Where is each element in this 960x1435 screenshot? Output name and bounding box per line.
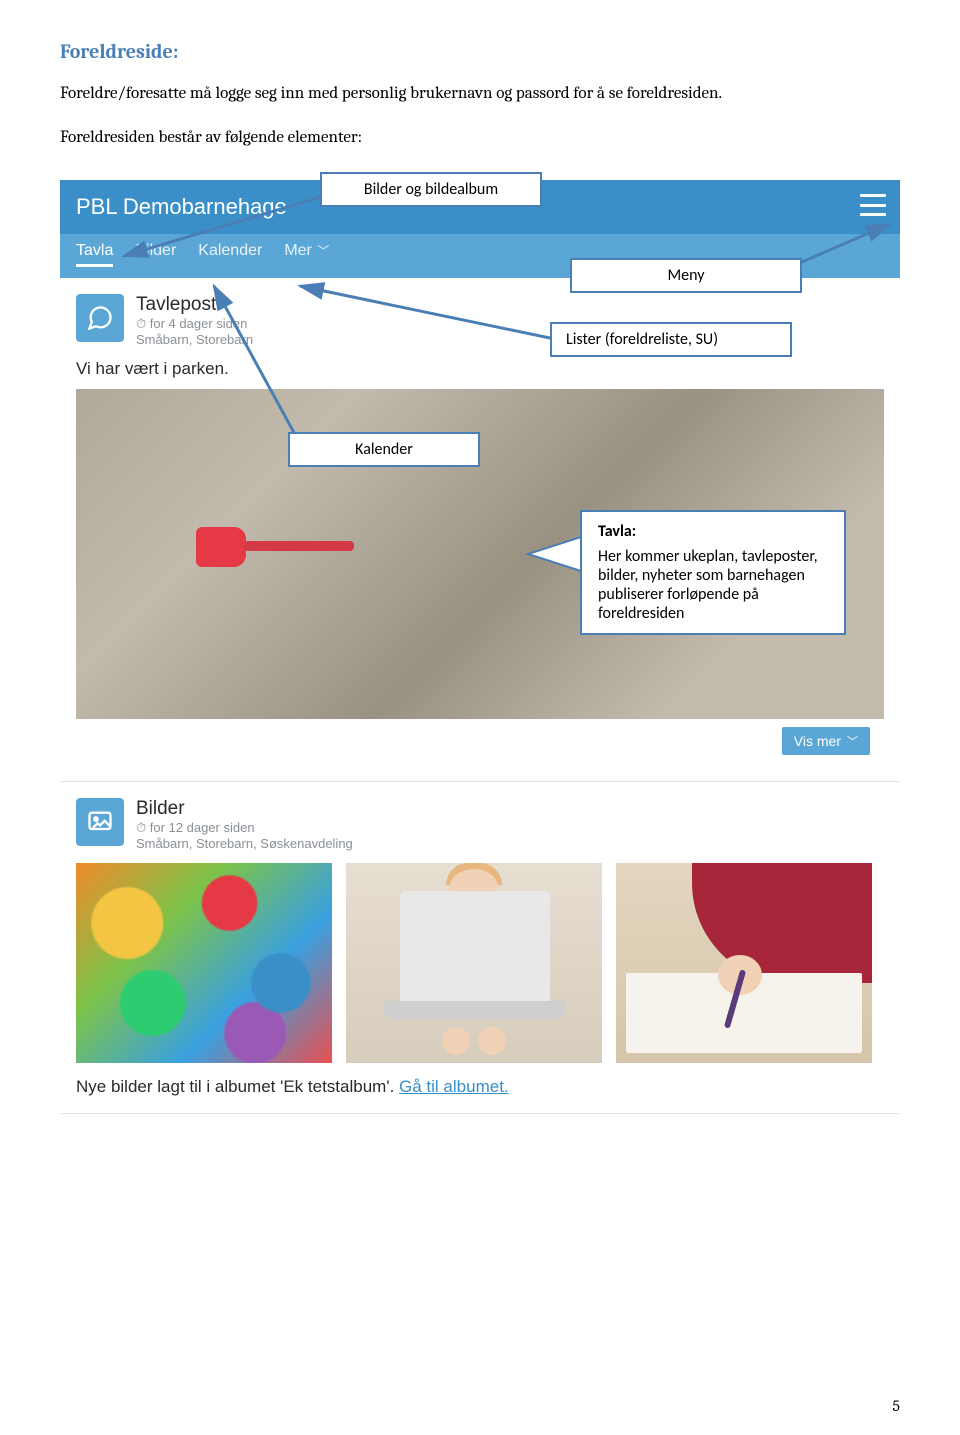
callout-title: Tavla:: [598, 522, 828, 541]
annotated-screenshot: Bilder og bildealbum Meny Lister (foreld…: [60, 180, 900, 1114]
thumb-1[interactable]: [76, 863, 332, 1063]
post1-body: Vi har vært i parken.: [76, 359, 884, 379]
paragraph-2: Foreldresiden består av følgende element…: [60, 125, 900, 151]
post2-groups: Småbarn, Storebarn, Søskenavdeling: [136, 836, 353, 851]
thumb-3[interactable]: [616, 863, 872, 1063]
label-lister: Lister (foreldreliste, SU): [550, 322, 792, 357]
photo-shovel: [196, 519, 356, 575]
post2-thumbs: [76, 863, 884, 1063]
image-icon: [76, 798, 124, 846]
goto-album-link[interactable]: Gå til albumet.: [399, 1077, 509, 1096]
arrow-kalender: [208, 280, 408, 450]
page-number: 5: [892, 1397, 900, 1415]
chat-icon: [76, 294, 124, 342]
post2-meta: ⏱ for 12 dager siden: [136, 820, 353, 836]
thumb-2[interactable]: [346, 863, 602, 1063]
callout-tavla: Tavla: Her kommer ukeplan, tavleposter, …: [580, 510, 846, 635]
callout-tail: [526, 534, 586, 576]
clock-icon: ⏱: [136, 820, 146, 835]
section-heading: Foreldreside:: [60, 40, 900, 63]
callout-body: Her kommer ukeplan, tavleposter, bilder,…: [598, 547, 828, 623]
post2-caption: Nye bilder lagt til i albumet 'Ek tetsta…: [76, 1077, 884, 1097]
arrow-bilder: [114, 186, 334, 266]
post-bilder: Bilder ⏱ for 12 dager siden Småbarn, Sto…: [60, 782, 900, 1114]
label-bilder: Bilder og bildealbum: [320, 172, 542, 207]
post2-title: Bilder: [136, 798, 353, 820]
paragraph-1: Foreldre/foresatte må logge seg inn med …: [60, 81, 900, 107]
clock-icon: ⏱: [136, 316, 146, 331]
label-kalender: Kalender: [288, 432, 480, 467]
nav-tavla[interactable]: Tavla: [76, 242, 113, 267]
vis-mer-button[interactable]: Vis mer﹀: [782, 727, 870, 755]
chevron-down-icon: ﹀: [847, 733, 858, 749]
hamburger-icon[interactable]: [860, 194, 886, 216]
label-meny: Meny: [570, 258, 802, 293]
